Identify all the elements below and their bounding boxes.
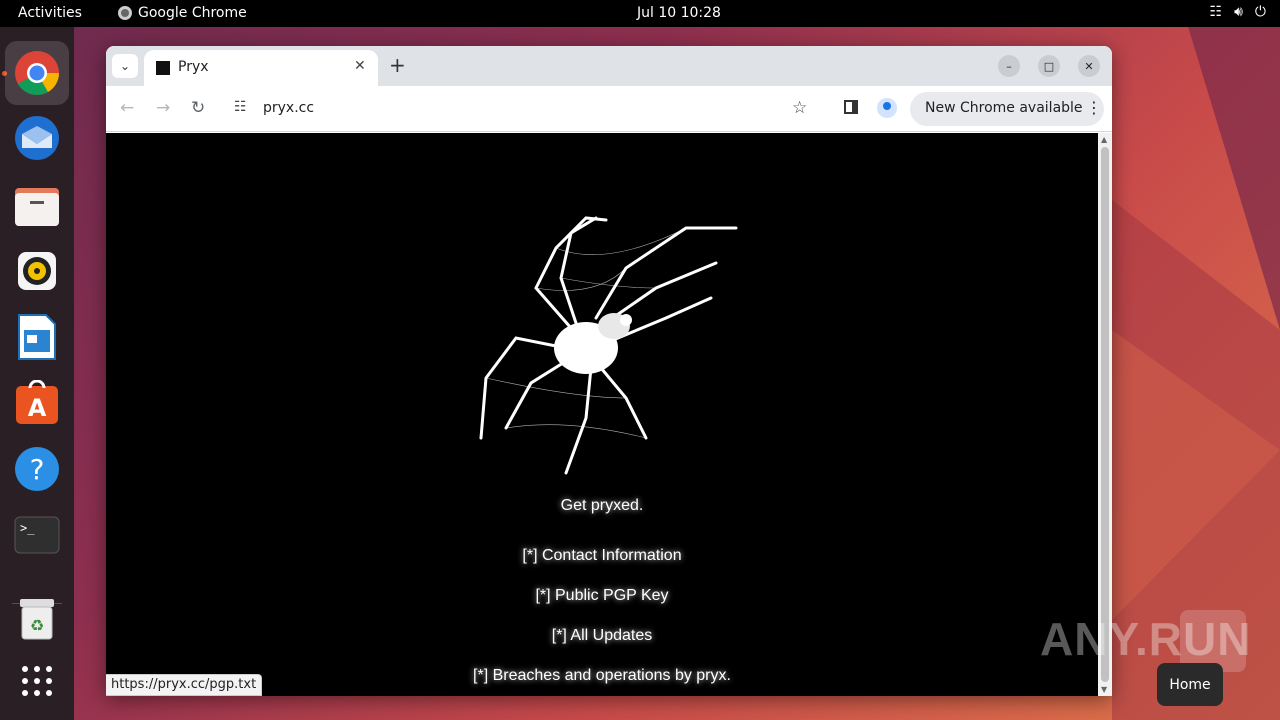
tab-pryx[interactable]: Pryx ✕ — [144, 50, 378, 86]
bookmark-star-icon[interactable]: ☆ — [792, 98, 807, 118]
activities-button[interactable]: Activities — [18, 5, 82, 21]
tab-title: Pryx — [178, 59, 209, 75]
show-apps-icon — [22, 666, 52, 696]
scroll-up-arrow-icon[interactable]: ▲ — [1101, 135, 1107, 144]
dock-chrome[interactable] — [5, 41, 69, 105]
dock-appcenter[interactable]: A — [5, 371, 69, 435]
link-contact-information[interactable]: [*] Contact Information — [106, 547, 1098, 565]
link-public-pgp-key[interactable]: [*] Public PGP Key — [106, 587, 1098, 605]
dock-trash[interactable]: ♻ — [5, 587, 69, 651]
svg-text:A: A — [28, 394, 47, 422]
clock[interactable]: Jul 10 10:28 — [637, 5, 721, 21]
url-text: pryx.cc — [263, 100, 315, 116]
svg-text:>_: >_ — [20, 521, 35, 535]
app-menu[interactable]: Google Chrome — [118, 5, 247, 21]
tab-search-button[interactable]: ⌄ — [112, 54, 138, 78]
files-icon — [15, 188, 59, 226]
scrollbar-thumb[interactable] — [1101, 147, 1109, 682]
app-name-label: Google Chrome — [138, 5, 247, 21]
reload-button[interactable]: ↻ — [191, 98, 205, 118]
close-window-button[interactable]: ✕ — [1078, 55, 1100, 77]
top-bar: Activities Google Chrome Jul 10 10:28 ☷ … — [0, 0, 1280, 27]
back-button[interactable]: ← — [120, 98, 134, 118]
page-viewport: Get pryxed. [*] Contact Information [*] … — [106, 133, 1098, 696]
minimize-icon: – — [1006, 59, 1012, 73]
svg-text:?: ? — [30, 453, 45, 486]
dock-writer[interactable] — [5, 305, 69, 369]
profile-icon[interactable] — [877, 98, 897, 118]
scroll-down-arrow-icon[interactable]: ▼ — [1101, 685, 1107, 694]
power-icon: ⏻ — [1254, 4, 1266, 20]
dock-show-apps[interactable] — [5, 649, 69, 713]
home-tooltip: Home — [1157, 663, 1223, 706]
trash-icon: ♻ — [20, 599, 54, 640]
maximize-button[interactable]: □ — [1038, 55, 1060, 77]
rhythmbox-icon — [18, 252, 56, 290]
tab-strip: ⌄ Pryx ✕ + – □ ✕ — [106, 46, 1112, 86]
kebab-menu-icon[interactable]: ⋮ — [1086, 98, 1102, 117]
update-chrome-button[interactable]: New Chrome available ⋮ — [910, 92, 1104, 126]
update-label: New Chrome available — [925, 100, 1083, 116]
terminal-icon: >_ — [14, 516, 60, 554]
chrome-window: ⌄ Pryx ✕ + – □ ✕ ← → ↻ ☷ pryx.cc ☆ New C… — [106, 46, 1112, 696]
writer-icon — [18, 314, 56, 360]
chevron-down-icon: ⌄ — [119, 59, 131, 73]
dock-rhythmbox[interactable] — [5, 239, 69, 303]
dock-help[interactable]: ? — [5, 437, 69, 501]
close-icon: ✕ — [1084, 59, 1094, 73]
spider-logo — [479, 216, 738, 475]
toolbar: ← → ↻ ☷ pryx.cc ☆ New Chrome available ⋮ — [106, 86, 1112, 132]
network-icon: ☷ — [1209, 4, 1223, 20]
address-bar[interactable]: ☷ pryx.cc ☆ — [224, 92, 824, 126]
volume-icon: 🔊︎ — [1234, 4, 1243, 20]
chrome-icon — [15, 51, 59, 95]
svg-text:♻: ♻ — [30, 616, 44, 635]
close-tab-icon[interactable]: ✕ — [354, 58, 366, 74]
page-tagline: Get pryxed. — [560, 497, 644, 514]
new-tab-button[interactable]: + — [389, 53, 406, 77]
dock-thunderbird[interactable] — [5, 105, 69, 169]
help-icon: ? — [15, 447, 59, 491]
chrome-icon — [118, 6, 132, 20]
minimize-button[interactable]: – — [998, 55, 1020, 77]
favicon-icon — [156, 61, 170, 75]
link-all-updates[interactable]: [*] All Updates — [106, 627, 1098, 645]
appcenter-icon: A — [16, 380, 58, 424]
dock-files[interactable] — [5, 173, 69, 237]
thunderbird-icon — [15, 116, 59, 160]
forward-button[interactable]: → — [156, 98, 170, 118]
status-bubble: https://pryx.cc/pgp.txt — [106, 674, 263, 696]
dock-terminal[interactable]: >_ — [5, 503, 69, 567]
site-info-icon[interactable]: ☷ — [234, 99, 247, 115]
maximize-icon: □ — [1043, 59, 1055, 73]
side-panel-icon[interactable] — [844, 100, 858, 114]
dock: A ? >_ ♻ — [0, 27, 74, 720]
system-tray[interactable]: ☷ 🔊︎ ⏻ — [1210, 4, 1266, 20]
